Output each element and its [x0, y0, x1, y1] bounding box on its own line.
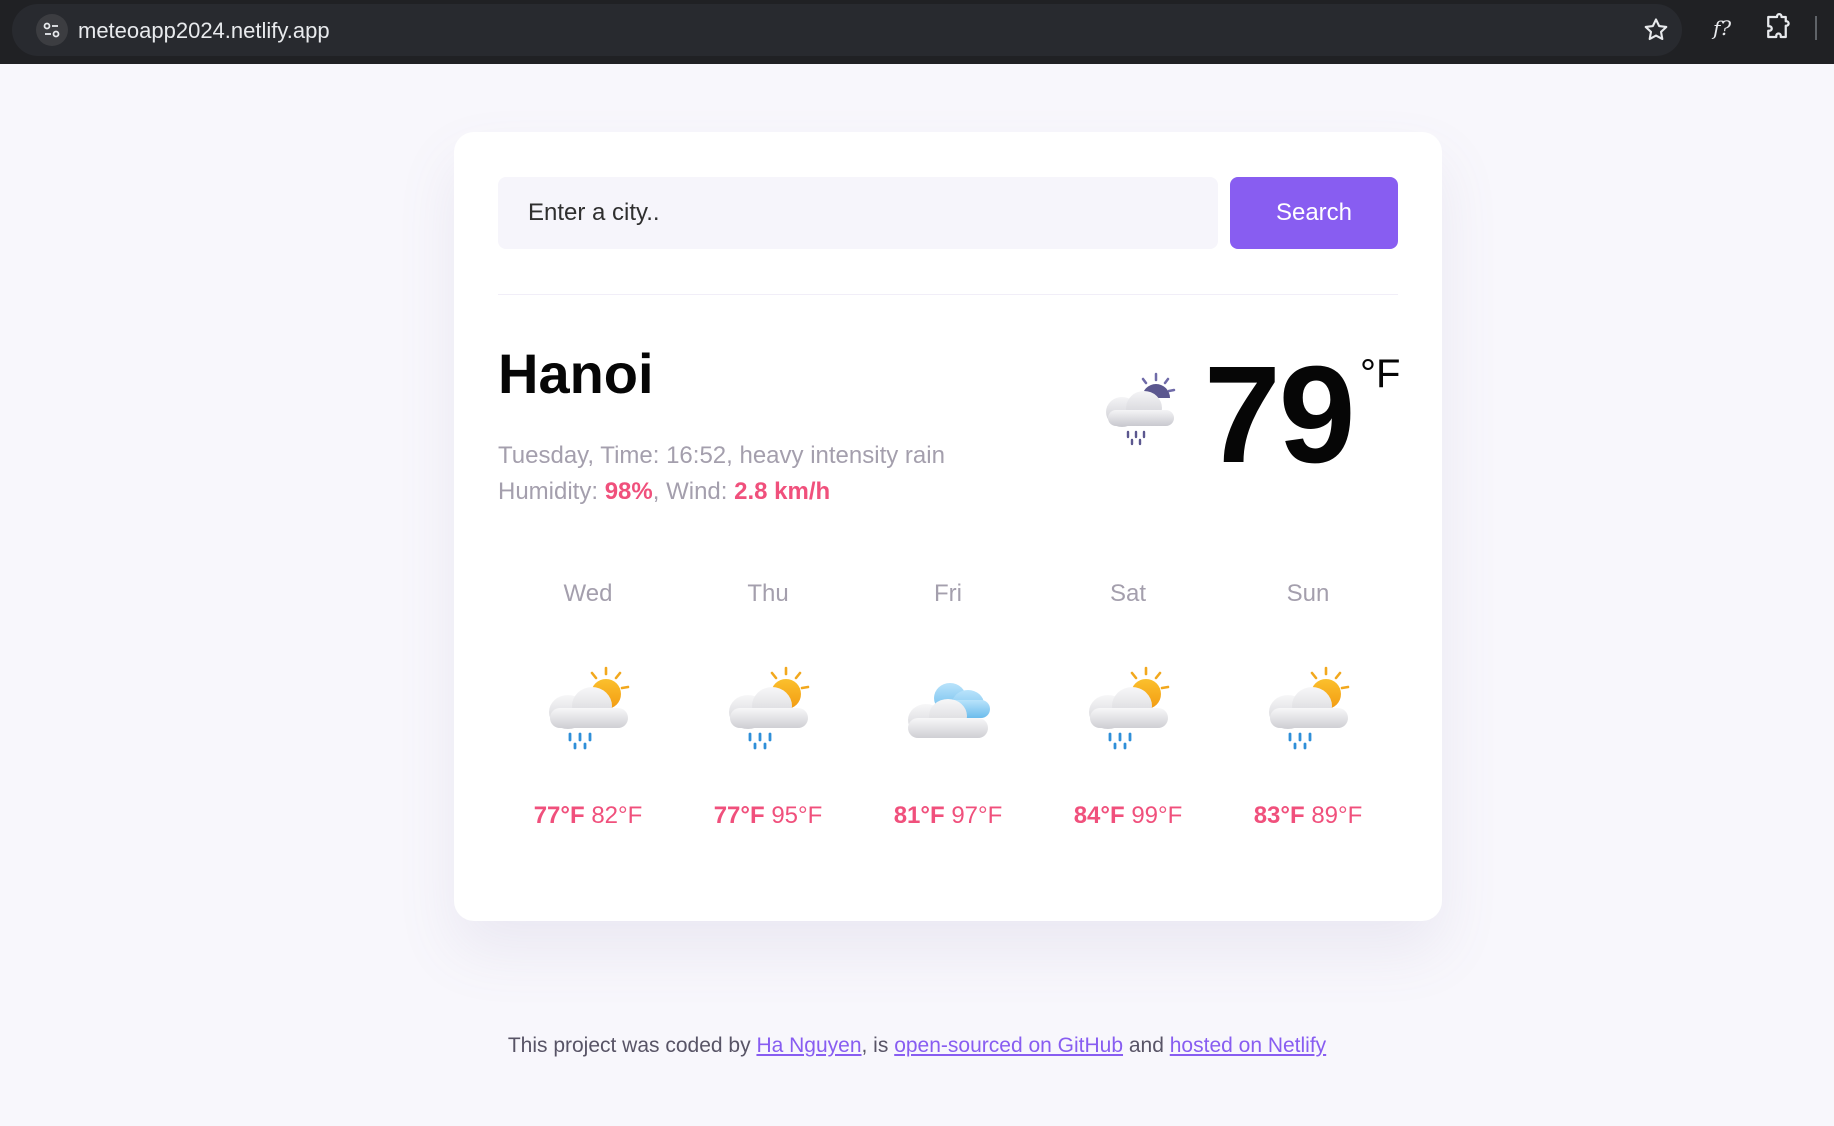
temperature-unit: °F [1360, 352, 1401, 396]
humidity-value: 98% [604, 478, 653, 505]
forecast-min-temp: 81°F [893, 802, 945, 829]
forecast-day-name: Sun [1286, 580, 1330, 607]
toolbar-divider [1815, 16, 1817, 40]
extensions-puzzle-icon[interactable] [1762, 12, 1792, 42]
time-description-line: Tuesday, Time: 16:52, heavy intensity ra… [498, 442, 945, 469]
clouds-icon [900, 662, 996, 758]
forecast-list: Wed 77°F 82°F Thu 77°F 95°F Fri 81°F 97°F Sat 8… [498, 572, 1398, 872]
forecast-max-temp: 99°F [1131, 802, 1183, 829]
forecast-temps: 84°F 99°F [1038, 802, 1218, 830]
forecast-day: Thu 77°F 95°F [678, 572, 858, 872]
forecast-day-name: Sat [1109, 580, 1147, 607]
forecast-day: Fri 81°F 97°F [858, 572, 1038, 872]
forecast-day-name: Wed [563, 580, 613, 607]
url-text[interactable]: meteoapp2024.netlify.app [78, 18, 330, 44]
weather-description: heavy intensity rain [739, 442, 945, 469]
forecast-day-name: Thu [747, 580, 789, 607]
city-search-input[interactable] [498, 177, 1218, 249]
author-link[interactable]: Ha Nguyen [756, 1034, 861, 1057]
forecast-temps: 81°F 97°F [858, 802, 1038, 830]
wind-label: Wind: [666, 478, 728, 505]
browser-toolbar: meteoapp2024.netlify.app f? [0, 0, 1834, 64]
weather-details: Tuesday, Time: 16:52, heavy intensity ra… [498, 438, 945, 510]
netlify-link[interactable]: hosted on Netlify [1170, 1034, 1326, 1057]
search-button[interactable]: Search [1230, 177, 1398, 249]
forecast-temps: 77°F 82°F [498, 802, 678, 830]
sun-cloud-rain-icon [1260, 662, 1356, 758]
forecast-day: Sat 84°F 99°F [1038, 572, 1218, 872]
site-settings-icon[interactable] [36, 14, 68, 46]
footer: This project was coded by Ha Nguyen, is … [0, 1034, 1834, 1058]
footer-text-prefix: This project was coded by [507, 1034, 751, 1057]
wind-value: 2.8 km/h [734, 478, 831, 505]
github-link[interactable]: open-sourced on GitHub [894, 1034, 1123, 1057]
forecast-day: Wed 77°F 82°F [498, 572, 678, 872]
weather-card: Search Hanoi Tuesday, Time: 16:52, heavy… [454, 132, 1442, 921]
bookmark-star-icon[interactable] [1642, 16, 1670, 44]
footer-text-mid2: and [1128, 1034, 1164, 1057]
footer-text-mid1: , is [861, 1034, 889, 1057]
address-bar[interactable]: meteoapp2024.netlify.app [12, 4, 1682, 56]
city-name: Hanoi [498, 342, 654, 405]
humidity-label: Humidity: [498, 478, 599, 505]
sun-cloud-rain-icon [1080, 662, 1176, 758]
current-temperature: 79 [1204, 338, 1355, 492]
forecast-min-temp: 84°F [1073, 802, 1125, 829]
time-label: Time: [600, 442, 660, 469]
forecast-max-temp: 89°F [1311, 802, 1363, 829]
forecast-day-name: Fri [934, 580, 962, 607]
sun-cloud-rain-icon [540, 662, 636, 758]
forecast-min-temp: 77°F [713, 802, 765, 829]
day-name: Tuesday [498, 442, 588, 469]
forecast-min-temp: 83°F [1253, 802, 1305, 829]
time-value: 16:52 [666, 442, 727, 469]
forecast-max-temp: 82°F [591, 802, 643, 829]
forecast-temps: 83°F 89°F [1218, 802, 1398, 830]
humidity-wind-line: Humidity: 98%, Wind: 2.8 km/h [498, 478, 831, 505]
extension-fx-icon[interactable]: f? [1706, 12, 1738, 44]
forecast-temps: 77°F 95°F [678, 802, 858, 830]
forecast-day: Sun 83°F 89°F [1218, 572, 1398, 872]
forecast-max-temp: 95°F [771, 802, 823, 829]
forecast-max-temp: 97°F [951, 802, 1003, 829]
night-cloud-rain-icon [1106, 372, 1176, 446]
forecast-min-temp: 77°F [533, 802, 585, 829]
sun-cloud-rain-icon [720, 662, 816, 758]
divider [498, 294, 1398, 295]
